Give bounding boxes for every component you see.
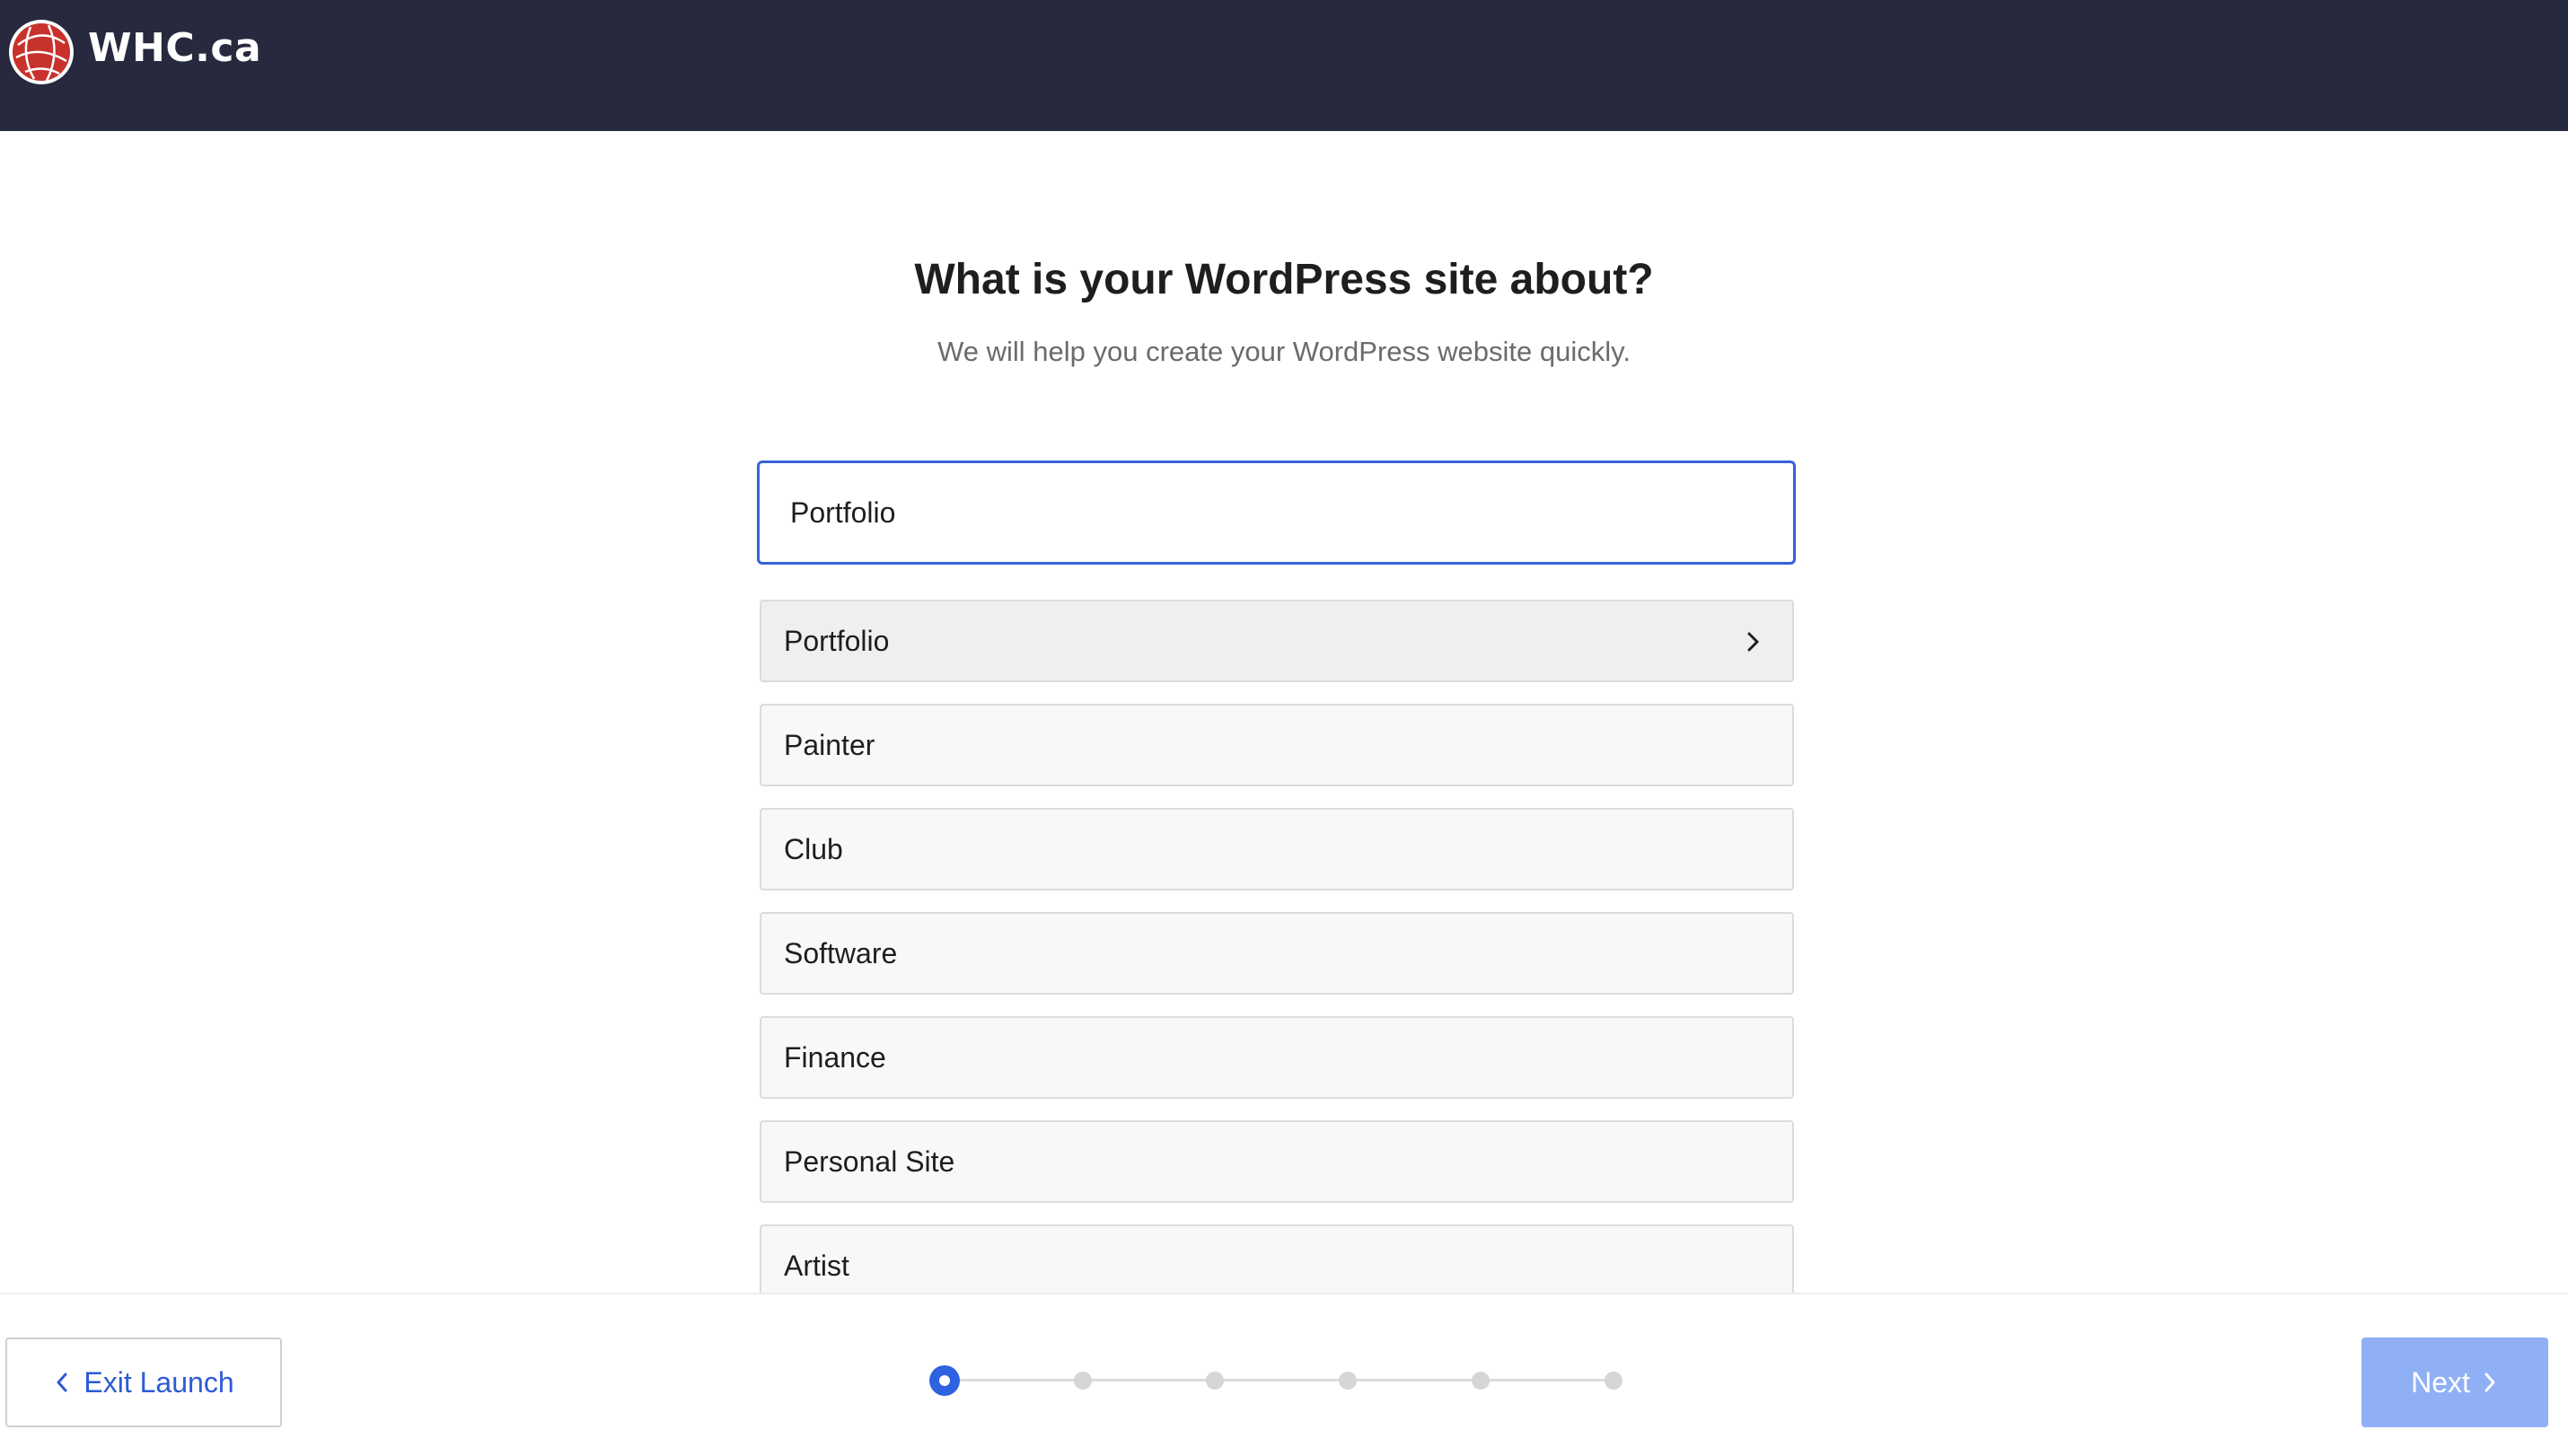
category-option-software[interactable]: Software — [760, 912, 1794, 995]
category-option-label: Portfolio — [784, 624, 890, 657]
category-option-label: Finance — [784, 1040, 886, 1074]
step-1-current — [929, 1365, 960, 1396]
chevron-right-icon — [1747, 632, 1759, 652]
exit-launch-button[interactable]: Exit Launch — [5, 1338, 282, 1427]
progress-stepper — [925, 1346, 1643, 1418]
category-option-label: Artist — [784, 1249, 849, 1282]
category-option-painter[interactable]: Painter — [760, 704, 1794, 786]
page-title: What is your WordPress site about? — [914, 256, 1654, 303]
category-suggestion-list: Portfolio Painter Club Software Finance … — [760, 600, 1794, 1293]
step-2 — [1074, 1372, 1092, 1390]
category-option-label: Personal Site — [784, 1145, 955, 1178]
category-option-personal-site[interactable]: Personal Site — [760, 1120, 1794, 1203]
category-option-club[interactable]: Club — [760, 808, 1794, 890]
logo-text: WHC.ca — [88, 25, 262, 71]
exit-launch-label: Exit Launch — [84, 1365, 234, 1399]
category-option-label: Software — [784, 936, 898, 969]
category-option-finance[interactable]: Finance — [760, 1016, 1794, 1099]
step-4 — [1339, 1372, 1357, 1390]
site-category-search-input[interactable] — [757, 460, 1796, 565]
stepper-track — [945, 1379, 1614, 1381]
step-6 — [1605, 1372, 1623, 1390]
whc-globe-logo-icon — [9, 20, 74, 84]
category-option-portfolio[interactable]: Portfolio — [760, 600, 1794, 682]
chevron-left-icon — [57, 1373, 67, 1392]
next-button[interactable]: Next — [2361, 1338, 2548, 1427]
top-header: WHC.ca — [0, 0, 2568, 131]
category-option-label: Club — [784, 832, 843, 865]
chevron-right-icon — [2484, 1373, 2495, 1392]
step-5 — [1472, 1372, 1490, 1390]
category-option-label: Painter — [784, 728, 875, 761]
page-subtitle: We will help you create your WordPress w… — [937, 336, 1631, 367]
category-option-artist[interactable]: Artist — [760, 1224, 1794, 1293]
next-label: Next — [2411, 1365, 2470, 1399]
main-content: What is your WordPress site about? We wi… — [0, 131, 2568, 1293]
step-3 — [1206, 1372, 1224, 1390]
